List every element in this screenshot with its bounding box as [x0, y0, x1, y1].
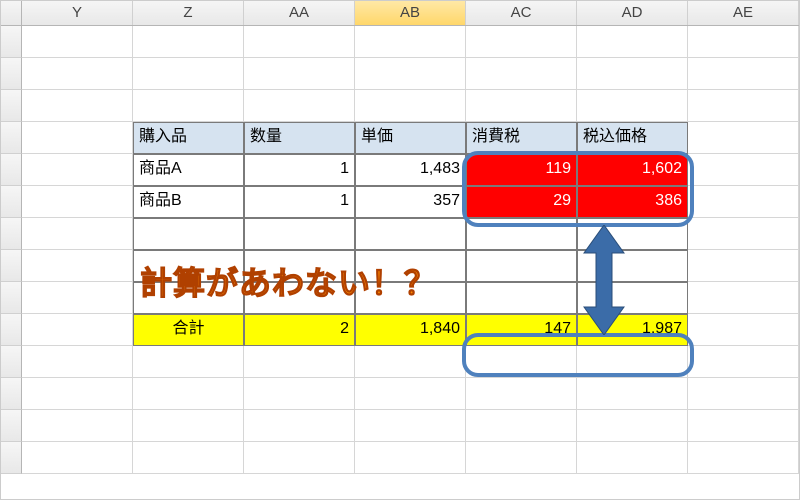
cell-total-label[interactable]: 合計: [133, 314, 244, 346]
double-arrow-icon: [580, 225, 628, 335]
th-total[interactable]: 税込価格: [577, 122, 688, 154]
th-qty[interactable]: 数量: [244, 122, 355, 154]
col-header-AB[interactable]: AB: [355, 0, 466, 25]
cell-unit[interactable]: 1,483: [355, 154, 466, 186]
callout-text: 計算があわない！？: [140, 258, 437, 304]
cell-total-tax[interactable]: 147: [466, 314, 577, 346]
cell-qty[interactable]: 1: [244, 154, 355, 186]
col-header-AE[interactable]: AE: [688, 0, 799, 25]
col-header-Z[interactable]: Z: [133, 0, 244, 25]
column-header-row: Y Z AA AB AC AD AE: [0, 0, 800, 26]
table-row: 商品B 1 357 29 386: [0, 186, 800, 218]
cell-total[interactable]: 1,602: [577, 154, 688, 186]
col-header-AA[interactable]: AA: [244, 0, 355, 25]
th-item[interactable]: 購入品: [133, 122, 244, 154]
col-header-AC[interactable]: AC: [466, 0, 577, 25]
col-header-AD[interactable]: AD: [577, 0, 688, 25]
cell-total-unit[interactable]: 1,840: [355, 314, 466, 346]
cell-tax[interactable]: 29: [466, 186, 577, 218]
table-row: 商品A 1 1,483 119 1,602: [0, 154, 800, 186]
table-total-row: 合計 2 1,840 147 1,987: [0, 314, 800, 346]
cell-total-qty[interactable]: 2: [244, 314, 355, 346]
cell-tax[interactable]: 119: [466, 154, 577, 186]
table-header-row: 購入品 数量 単価 消費税 税込価格: [0, 122, 800, 154]
cell-item[interactable]: 商品A: [133, 154, 244, 186]
cell-unit[interactable]: 357: [355, 186, 466, 218]
col-header-Y[interactable]: Y: [22, 0, 133, 25]
cell-total[interactable]: 386: [577, 186, 688, 218]
spreadsheet-grid[interactable]: 購入品 数量 単価 消費税 税込価格 商品A 1 1,483 119 1,602…: [0, 26, 800, 474]
cell-item[interactable]: 商品B: [133, 186, 244, 218]
th-tax[interactable]: 消費税: [466, 122, 577, 154]
corner-gutter: [0, 0, 22, 25]
cell-qty[interactable]: 1: [244, 186, 355, 218]
th-unit[interactable]: 単価: [355, 122, 466, 154]
